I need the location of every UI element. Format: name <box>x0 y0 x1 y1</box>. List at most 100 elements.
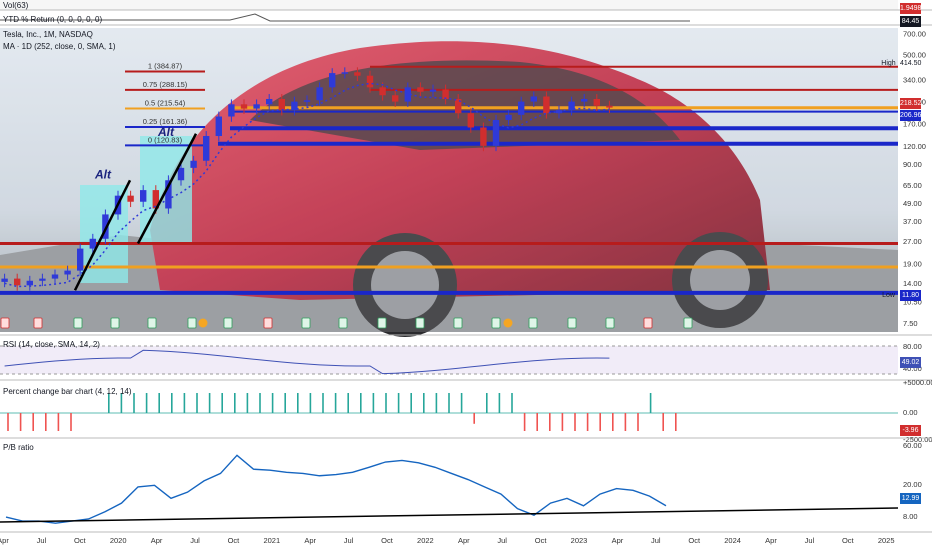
candle-body <box>39 278 46 281</box>
x-tick-label: 2022 <box>417 536 434 545</box>
fib-label: 0.5 (215.54) <box>145 98 186 107</box>
x-tick-label: Oct <box>74 536 87 545</box>
chart-stage: 1 (384.87) 0.75 (288.15) 0.5 (215.54) 0.25 … <box>0 0 932 550</box>
x-tick-label: Oct <box>228 536 241 545</box>
candle-body <box>26 280 33 286</box>
candle-body <box>253 104 260 109</box>
x-tick-label: Jul <box>37 536 47 545</box>
x-tick-label: Oct <box>381 536 394 545</box>
price-tick-label: 14.00 <box>903 279 922 288</box>
candle-body <box>51 274 59 279</box>
x-tick-label: 2020 <box>110 536 127 545</box>
legend-main: Tesla, Inc., 1M, NASDAQ <box>3 30 93 39</box>
earnings-marker <box>263 317 273 329</box>
earnings-marker <box>223 317 233 329</box>
candle-body <box>518 101 525 115</box>
candle-body <box>581 98 588 102</box>
pb-value-tag: 12.99 <box>900 493 921 504</box>
pcb-value-tag: -3.96 <box>900 425 921 436</box>
candle-body <box>190 160 197 168</box>
candle-body <box>77 248 84 271</box>
candle-body <box>266 98 273 105</box>
x-tick-label: Jul <box>344 536 354 545</box>
high-value-tag: 414.50 <box>900 58 922 69</box>
candle-body <box>89 238 96 249</box>
x-tick-label: Jul <box>497 536 507 545</box>
price-tick-label: 37.00 <box>903 217 922 226</box>
legend-ytd: YTD % Return (0, 0, 0, 0, 0) <box>3 15 103 24</box>
alt-label-1: Alt <box>94 167 112 181</box>
earnings-marker <box>643 317 653 329</box>
earnings-marker <box>528 317 538 329</box>
candle-body <box>543 96 550 114</box>
candle-body <box>240 104 248 109</box>
x-tick-label: 2021 <box>263 536 280 545</box>
earnings-marker <box>33 317 43 329</box>
price-ma-tag: 206.96 <box>900 110 922 121</box>
low-value-tag: 11.80 <box>900 290 921 301</box>
price-tick-label: 27.00 <box>903 237 922 246</box>
x-tick-label: Apr <box>304 536 316 545</box>
pcb-tick-label: 0.00 <box>903 408 918 417</box>
x-tick-label: Oct <box>842 536 855 545</box>
legend-rsi: RSI (14, close, SMA, 14, 2) <box>3 340 100 349</box>
pb-trend-line <box>0 507 899 523</box>
earnings-marker <box>338 317 348 329</box>
price-tick-label: 65.00 <box>903 181 922 190</box>
photo-haze <box>0 28 898 332</box>
candle-body <box>593 98 600 106</box>
candle-body <box>228 104 235 117</box>
dividend-marker <box>503 318 513 328</box>
x-tick-label: 2024 <box>724 536 741 545</box>
candle-body <box>467 113 474 128</box>
x-tick-label: Oct <box>535 536 548 545</box>
price-tick-label: 7.50 <box>903 319 918 328</box>
earnings-marker <box>0 317 10 329</box>
candle-body <box>530 96 537 102</box>
earnings-marker <box>453 317 463 329</box>
candle-body <box>366 75 374 88</box>
candle-body <box>480 127 487 146</box>
x-tick-label: Apr <box>0 536 9 545</box>
fib-label: 1 (384.87) <box>148 61 183 70</box>
ytd-value-tag: 84.45 <box>900 16 921 27</box>
rsi-tick-label: 80.00 <box>903 342 922 351</box>
candle-body <box>354 72 361 76</box>
candle-body <box>278 98 285 111</box>
high-label: High <box>881 60 896 67</box>
candle-body <box>140 190 147 202</box>
dividend-marker <box>198 318 208 328</box>
pcb-tick-label: +5000.00 <box>903 378 932 387</box>
earnings-marker <box>187 317 197 329</box>
pb-tick-label: 8.00 <box>903 512 918 521</box>
price-tick-label: 49.00 <box>903 199 922 208</box>
rsi-band <box>0 346 898 374</box>
candle-body <box>429 89 437 92</box>
x-tick-label: 2023 <box>571 536 588 545</box>
vol-value-tag: 1.9498 <box>900 3 922 14</box>
candle-body <box>14 278 21 286</box>
chart-canvas[interactable]: 1 (384.87)0.75 (288.15)0.5 (215.54)0.25 … <box>0 0 932 550</box>
candle-body <box>1 278 8 282</box>
price-tick-label: 19.00 <box>903 260 922 269</box>
earnings-marker <box>605 317 615 329</box>
candle-body <box>316 87 323 101</box>
vol-pane <box>0 0 898 10</box>
price-tick-label: 700.00 <box>903 29 926 38</box>
price-tick-label: 340.00 <box>903 75 926 84</box>
candle-body <box>127 195 134 202</box>
candle-body <box>303 100 311 102</box>
earnings-marker <box>110 317 120 329</box>
price-tick-label: 120.00 <box>903 142 926 151</box>
earnings-marker <box>147 317 157 329</box>
candle-body <box>64 270 71 275</box>
alt-label-2: Alt <box>157 125 175 139</box>
earnings-marker <box>491 317 501 329</box>
price-tick-label: 90.00 <box>903 160 922 169</box>
earnings-marker <box>683 317 693 329</box>
x-tick-label: Jul <box>651 536 661 545</box>
earnings-marker <box>377 317 387 329</box>
x-tick-label: Jul <box>190 536 200 545</box>
candle-body <box>177 167 185 181</box>
earnings-marker <box>415 317 425 329</box>
